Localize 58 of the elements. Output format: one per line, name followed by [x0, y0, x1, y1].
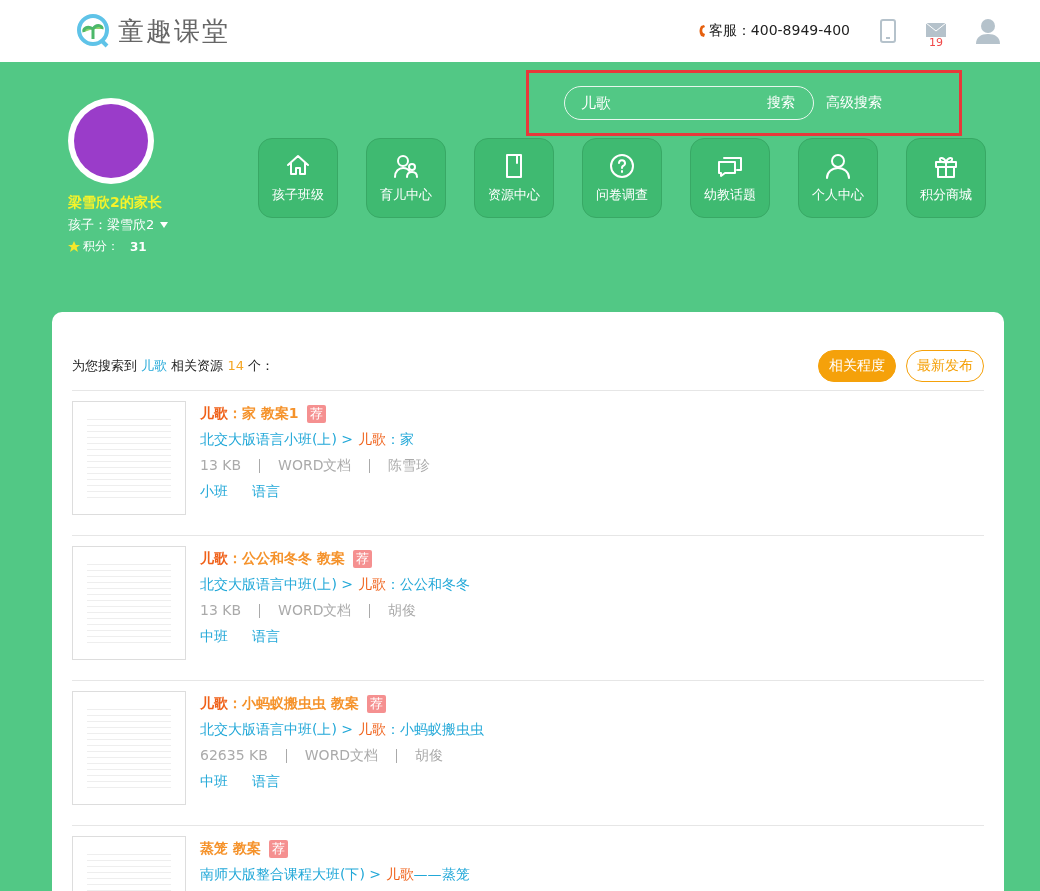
tag-link[interactable]: 语言 — [252, 773, 280, 791]
file-size: 13 KB — [200, 602, 242, 620]
author-name: 陈雪珍 — [388, 457, 431, 475]
question-icon — [608, 152, 636, 180]
document-thumbnail[interactable] — [72, 546, 186, 660]
tag-link[interactable]: 中班 — [200, 773, 228, 791]
dropdown-icon[interactable] — [160, 222, 169, 228]
nav-tile[interactable]: 育儿中心 — [366, 138, 446, 218]
resource-title[interactable]: 儿歌：家 教案1 — [200, 405, 299, 423]
person-icon — [824, 152, 852, 180]
file-size: 13 KB — [200, 457, 242, 475]
author-name: 胡俊 — [415, 747, 444, 765]
profile-name: 梁雪欣2的家长 — [68, 194, 163, 212]
document-thumbnail[interactable] — [72, 691, 186, 805]
file-format: WORD文档 — [304, 747, 379, 765]
mail-icon[interactable] — [926, 23, 946, 37]
resource-path[interactable]: 北交大版语言小班(上) > 儿歌：家 — [200, 431, 431, 449]
mail-count: 19 — [929, 37, 943, 49]
resource-title[interactable]: 蒸笼 教案 — [200, 840, 261, 858]
resource-path[interactable]: 南师大版整合课程大班(下) > 儿歌——蒸笼 — [200, 866, 470, 884]
file-format: WORD文档 — [278, 457, 352, 475]
nav-tile[interactable]: 孩子班级 — [258, 138, 338, 218]
tag-link[interactable]: 语言 — [252, 483, 280, 501]
resource-path[interactable]: 北交大版语言中班(上) > 儿歌：小蚂蚁搬虫虫 — [200, 721, 484, 739]
logo-text: 童趣课堂 — [118, 14, 230, 48]
file-format: WORD文档 — [278, 602, 352, 620]
recommended-badge: 荐 — [366, 695, 386, 713]
results-summary: 为您搜索到 儿歌 相关资源 14 个： — [72, 357, 275, 375]
author-name: 胡俊 — [388, 602, 417, 620]
nav-tile[interactable]: 幼教话题 — [690, 138, 770, 218]
mobile-icon[interactable] — [880, 19, 896, 43]
points-label: 积分： — [83, 238, 119, 255]
people-icon — [392, 152, 420, 180]
resource-title[interactable]: 儿歌：公公和冬冬 教案 — [200, 550, 345, 568]
service-hotline: 客服：400-8949-400 — [696, 22, 850, 40]
tag-link[interactable]: 小班 — [200, 483, 228, 501]
search-button[interactable]: 搜索 — [767, 94, 795, 112]
document-thumbnail[interactable] — [72, 401, 186, 515]
tag-link[interactable]: 语言 — [252, 628, 280, 646]
points-value: 31 — [130, 239, 147, 254]
recommended-badge: 荐 — [352, 550, 372, 568]
recommended-badge: 荐 — [268, 840, 288, 858]
nav-tile[interactable]: 积分商城 — [906, 138, 986, 218]
sort-button[interactable]: 相关程度 — [818, 350, 896, 382]
child-name: 孩子：梁雪欣2 — [68, 216, 155, 234]
recommended-badge: 荐 — [306, 405, 326, 423]
logo-icon — [76, 13, 112, 49]
resource-path[interactable]: 北交大版语言中班(上) > 儿歌：公公和冬冬 — [200, 576, 470, 594]
star-icon — [68, 240, 80, 253]
file-size: 62635 KB — [200, 747, 268, 765]
sort-button[interactable]: 最新发布 — [906, 350, 984, 382]
nav-tile[interactable]: 资源中心 — [474, 138, 554, 218]
nav-tile[interactable]: 问卷调查 — [582, 138, 662, 218]
tag-link[interactable]: 中班 — [200, 628, 228, 646]
advanced-search-link[interactable]: 高级搜索 — [826, 94, 882, 112]
user-icon[interactable] — [976, 18, 1000, 44]
nav-tile[interactable]: 个人中心 — [798, 138, 878, 218]
resource-title[interactable]: 儿歌：小蚂蚁搬虫虫 教案 — [200, 695, 359, 713]
